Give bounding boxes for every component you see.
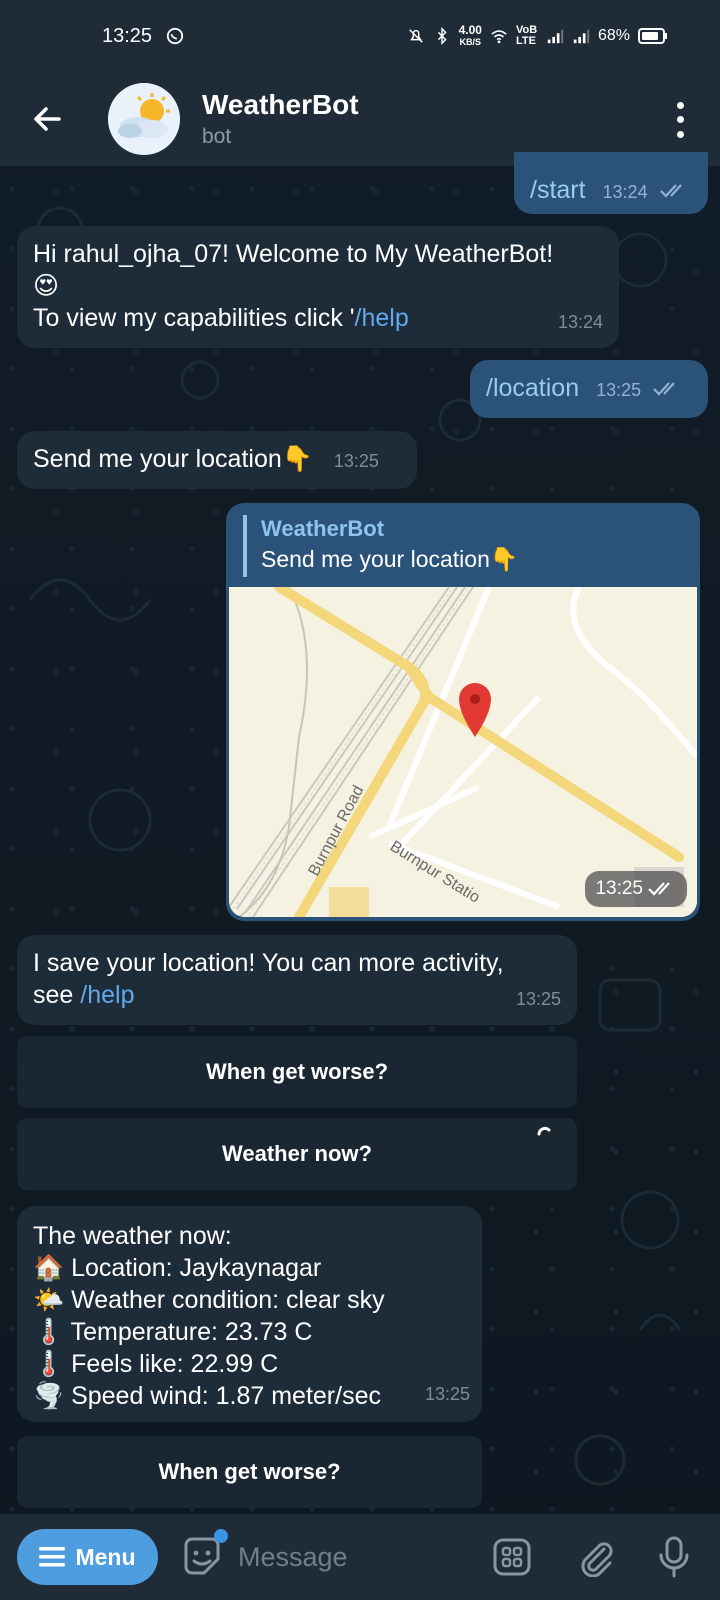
dot-icon [676, 101, 684, 109]
message-outgoing[interactable]: /location 13:25 [470, 360, 708, 418]
paperclip-icon [581, 1542, 613, 1577]
menu-button-label: Menu [75, 1543, 136, 1570]
battery-icon [638, 28, 667, 44]
arrow-left-icon [34, 107, 61, 131]
signal-icon-1 [547, 29, 564, 44]
map-image: Burnpur Road Burnpur Statio [229, 587, 697, 917]
message-time: 13:25 [596, 380, 642, 400]
sun-cloud-icon [108, 83, 180, 155]
help-link[interactable]: /help [355, 304, 409, 332]
message-time: 13:24 [602, 182, 648, 202]
inline-button-label: Weather now? [222, 1141, 372, 1166]
whatsapp-icon [166, 27, 184, 45]
menu-button[interactable]: Menu [17, 1529, 158, 1585]
attach-button[interactable] [574, 1535, 618, 1579]
weather-location: 🏠 Location: Jaykaynagar [33, 1254, 322, 1282]
signal-icon-2 [573, 29, 590, 44]
message-time: 13:25 [595, 878, 643, 899]
message-time: 13:25 [424, 1384, 470, 1404]
inline-button-when-get-worse[interactable]: When get worse? [17, 1036, 577, 1108]
inline-button-when-get-worse[interactable]: When get worse? [17, 1436, 482, 1508]
more-options-button[interactable] [670, 98, 690, 142]
reply-quote[interactable]: WeatherBot Send me your location👇 [243, 515, 697, 577]
bot-avatar[interactable] [108, 83, 180, 155]
double-check-icon [653, 382, 675, 396]
weather-feels-like: 🌡️ Feels like: 22.99 C [33, 1350, 279, 1378]
message-time: 13:24 [557, 312, 603, 332]
status-time: 13:25 [102, 24, 153, 47]
double-check-icon [659, 184, 682, 198]
message-text: Send me your location👇 [33, 445, 313, 473]
message-outgoing[interactable]: /start 13:24 [514, 152, 708, 214]
grid-keyboard-icon [493, 1538, 531, 1576]
weather-condition: 🌤️ Weather condition: clear sky [33, 1286, 385, 1314]
message-text-line: I save your location! You can more activ… [33, 949, 504, 977]
loading-spinner-icon [537, 1126, 551, 1136]
message-text-line: see [33, 981, 81, 1009]
weather-wind-speed: 🌪️ Speed wind: 1.87 meter/sec [33, 1382, 381, 1410]
bot-commands-button[interactable] [490, 1535, 534, 1579]
command-text: /start [530, 176, 586, 204]
weather-temperature: 🌡️ Temperature: 23.73 C [33, 1318, 313, 1346]
notification-dot [214, 1529, 228, 1543]
reply-sender: WeatherBot [261, 516, 385, 541]
weather-heading: The weather now: [33, 1222, 232, 1250]
chat-subtitle: bot [202, 125, 232, 148]
message-time: 13:25 [333, 451, 379, 471]
dot-icon [676, 116, 684, 124]
wifi-icon [491, 30, 507, 44]
hamburger-icon [39, 1547, 66, 1567]
volte-badge: VoB LTE [515, 24, 538, 47]
dot-icon [676, 131, 684, 139]
net-speed: 4.00 KB/S [458, 23, 482, 47]
message-text-line: Hi rahul_ojha_07! Welcome to My WeatherB… [33, 240, 554, 268]
command-text: /location [486, 374, 580, 402]
message-location[interactable]: WeatherBot Send me your location👇 Burnpu… [226, 503, 700, 921]
message-incoming[interactable]: Hi rahul_ojha_07! Welcome to My WeatherB… [17, 226, 619, 348]
message-text-line: To view my capabilities click ' [33, 304, 355, 332]
map-time-badge: 13:25 [585, 871, 687, 907]
chat-title[interactable]: WeatherBot [202, 89, 359, 121]
message-input[interactable] [238, 1541, 478, 1573]
voice-record-button[interactable] [652, 1535, 696, 1579]
emoji-heart-eyes: 😍 [33, 272, 60, 300]
map-preview[interactable]: Burnpur Road Burnpur Statio 13:25 [229, 587, 697, 917]
message-incoming[interactable]: I save your location! You can more activ… [17, 935, 577, 1025]
mute-bell-icon [408, 29, 423, 43]
back-button[interactable] [14, 86, 80, 152]
reply-text: Send me your location👇 [261, 546, 519, 572]
message-time: 13:25 [515, 989, 561, 1009]
microphone-icon [659, 1536, 689, 1578]
message-weather[interactable]: The weather now: 🏠 Location: Jaykaynagar… [17, 1206, 482, 1422]
message-incoming[interactable]: Send me your location👇 13:25 [17, 431, 417, 489]
double-check-icon [648, 882, 670, 896]
sticker-button[interactable] [180, 1529, 228, 1579]
help-link[interactable]: /help [80, 981, 134, 1009]
status-bar: 13:25 4.00 KB/S VoB LTE 68% [0, 0, 720, 72]
inline-button-weather-now[interactable]: Weather now? [17, 1118, 577, 1190]
bluetooth-icon [437, 27, 447, 45]
battery-percent: 68% [597, 27, 630, 44]
